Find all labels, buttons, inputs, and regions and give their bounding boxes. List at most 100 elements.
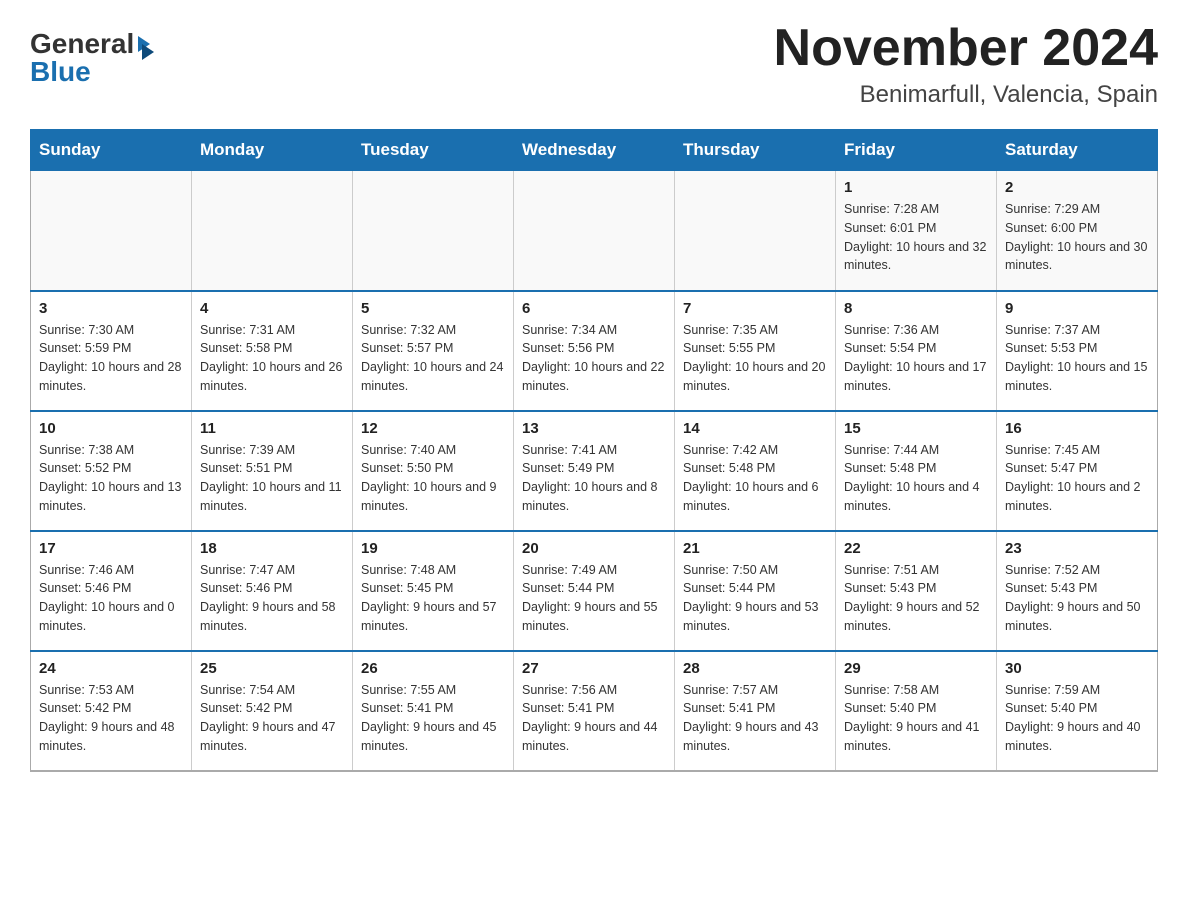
day-cell: 12 Sunrise: 7:40 AMSunset: 5:50 PMDayligh… — [353, 411, 514, 531]
week-row-1: 1Sunrise: 7:28 AMSunset: 6:01 PMDaylight… — [31, 171, 1158, 291]
day-number: 18 — [200, 540, 344, 557]
logo: General Blue — [30, 30, 162, 86]
day-number: 6 — [522, 300, 666, 317]
day-cell — [192, 171, 353, 291]
calendar-table: SundayMondayTuesdayWednesdayThursdayFrid… — [30, 129, 1158, 772]
day-cell: 28Sunrise: 7:57 AMSunset: 5:41 PMDayligh… — [675, 651, 836, 771]
day-info: Sunrise: 7:59 AMSunset: 5:40 PMDaylight:… — [1005, 681, 1149, 756]
day-number: 28 — [683, 660, 827, 677]
day-cell: 4 Sunrise: 7:31 AMSunset: 5:58 PMDaylight… — [192, 291, 353, 411]
day-cell: 13 Sunrise: 7:41 AMSunset: 5:49 PMDayligh… — [514, 411, 675, 531]
day-cell: 18 Sunrise: 7:47 AMSunset: 5:46 PMDayligh… — [192, 531, 353, 651]
day-cell: 2 Sunrise: 7:29 AMSunset: 6:00 PMDaylight… — [997, 171, 1158, 291]
day-cell: 10 Sunrise: 7:38 AMSunset: 5:52 PMDayligh… — [31, 411, 192, 531]
day-info: Sunrise: 7:28 AMSunset: 6:01 PMDaylight:… — [844, 200, 988, 275]
day-info: Sunrise: 7:45 AMSunset: 5:47 PMDaylight:… — [1005, 441, 1149, 516]
day-number: 22 — [844, 540, 988, 557]
day-number: 15 — [844, 420, 988, 437]
day-info: Sunrise: 7:48 AMSunset: 5:45 PMDaylight:… — [361, 561, 505, 636]
day-cell: 7 Sunrise: 7:35 AMSunset: 5:55 PMDaylight… — [675, 291, 836, 411]
day-cell: 30 Sunrise: 7:59 AMSunset: 5:40 PMDayligh… — [997, 651, 1158, 771]
day-number: 17 — [39, 540, 183, 557]
day-cell: 16Sunrise: 7:45 AMSunset: 5:47 PMDayligh… — [997, 411, 1158, 531]
calendar-header-row: SundayMondayTuesdayWednesdayThursdayFrid… — [31, 130, 1158, 171]
logo-general-text: General — [30, 30, 134, 58]
day-cell: 27 Sunrise: 7:56 AMSunset: 5:41 PMDayligh… — [514, 651, 675, 771]
day-cell — [31, 171, 192, 291]
day-cell: 6 Sunrise: 7:34 AMSunset: 5:56 PMDaylight… — [514, 291, 675, 411]
day-cell: 20Sunrise: 7:49 AMSunset: 5:44 PMDayligh… — [514, 531, 675, 651]
calendar-location: Benimarfull, Valencia, Spain — [774, 81, 1158, 109]
day-cell: 25 Sunrise: 7:54 AMSunset: 5:42 PMDayligh… — [192, 651, 353, 771]
day-cell: 5 Sunrise: 7:32 AMSunset: 5:57 PMDaylight… — [353, 291, 514, 411]
day-info: Sunrise: 7:41 AMSunset: 5:49 PMDaylight:… — [522, 441, 666, 516]
day-info: Sunrise: 7:52 AMSunset: 5:43 PMDaylight:… — [1005, 561, 1149, 636]
col-header-tuesday: Tuesday — [353, 130, 514, 171]
day-number: 12 — [361, 420, 505, 437]
day-info: Sunrise: 7:53 AMSunset: 5:42 PMDaylight:… — [39, 681, 183, 756]
day-number: 5 — [361, 300, 505, 317]
day-number: 3 — [39, 300, 183, 317]
day-cell: 26Sunrise: 7:55 AMSunset: 5:41 PMDayligh… — [353, 651, 514, 771]
day-info: Sunrise: 7:31 AMSunset: 5:58 PMDaylight:… — [200, 321, 344, 396]
calendar-title: November 2024 — [774, 20, 1158, 77]
day-info: Sunrise: 7:30 AMSunset: 5:59 PMDaylight:… — [39, 321, 183, 396]
day-info: Sunrise: 7:34 AMSunset: 5:56 PMDaylight:… — [522, 321, 666, 396]
page-header: General Blue November 2024 Benimarfull, … — [30, 20, 1158, 109]
day-info: Sunrise: 7:40 AMSunset: 5:50 PMDaylight:… — [361, 441, 505, 516]
day-cell: 8 Sunrise: 7:36 AMSunset: 5:54 PMDaylight… — [836, 291, 997, 411]
day-cell: 22 Sunrise: 7:51 AMSunset: 5:43 PMDayligh… — [836, 531, 997, 651]
day-number: 23 — [1005, 540, 1149, 557]
day-info: Sunrise: 7:50 AMSunset: 5:44 PMDaylight:… — [683, 561, 827, 636]
day-cell — [353, 171, 514, 291]
day-cell: 14Sunrise: 7:42 AMSunset: 5:48 PMDayligh… — [675, 411, 836, 531]
day-cell: 23 Sunrise: 7:52 AMSunset: 5:43 PMDayligh… — [997, 531, 1158, 651]
day-info: Sunrise: 7:47 AMSunset: 5:46 PMDaylight:… — [200, 561, 344, 636]
day-number: 25 — [200, 660, 344, 677]
day-info: Sunrise: 7:32 AMSunset: 5:57 PMDaylight:… — [361, 321, 505, 396]
day-number: 21 — [683, 540, 827, 557]
day-number: 2 — [1005, 179, 1149, 196]
day-number: 19 — [361, 540, 505, 557]
day-cell: 17 Sunrise: 7:46 AMSunset: 5:46 PMDayligh… — [31, 531, 192, 651]
day-info: Sunrise: 7:58 AMSunset: 5:40 PMDaylight:… — [844, 681, 988, 756]
day-cell: 15Sunrise: 7:44 AMSunset: 5:48 PMDayligh… — [836, 411, 997, 531]
day-info: Sunrise: 7:51 AMSunset: 5:43 PMDaylight:… — [844, 561, 988, 636]
day-number: 14 — [683, 420, 827, 437]
week-row-3: 10 Sunrise: 7:38 AMSunset: 5:52 PMDayligh… — [31, 411, 1158, 531]
day-cell: 21 Sunrise: 7:50 AMSunset: 5:44 PMDayligh… — [675, 531, 836, 651]
day-cell: 11Sunrise: 7:39 AMSunset: 5:51 PMDayligh… — [192, 411, 353, 531]
day-number: 4 — [200, 300, 344, 317]
day-info: Sunrise: 7:35 AMSunset: 5:55 PMDaylight:… — [683, 321, 827, 396]
day-number: 24 — [39, 660, 183, 677]
col-header-sunday: Sunday — [31, 130, 192, 171]
col-header-saturday: Saturday — [997, 130, 1158, 171]
day-number: 30 — [1005, 660, 1149, 677]
day-cell: 24 Sunrise: 7:53 AMSunset: 5:42 PMDayligh… — [31, 651, 192, 771]
day-info: Sunrise: 7:38 AMSunset: 5:52 PMDaylight:… — [39, 441, 183, 516]
day-info: Sunrise: 7:49 AMSunset: 5:44 PMDaylight:… — [522, 561, 666, 636]
day-number: 27 — [522, 660, 666, 677]
title-block: November 2024 Benimarfull, Valencia, Spa… — [774, 20, 1158, 109]
day-number: 10 — [39, 420, 183, 437]
day-cell: 19 Sunrise: 7:48 AMSunset: 5:45 PMDayligh… — [353, 531, 514, 651]
day-info: Sunrise: 7:56 AMSunset: 5:41 PMDaylight:… — [522, 681, 666, 756]
col-header-thursday: Thursday — [675, 130, 836, 171]
day-cell — [675, 171, 836, 291]
col-header-monday: Monday — [192, 130, 353, 171]
day-cell: 9Sunrise: 7:37 AMSunset: 5:53 PMDaylight… — [997, 291, 1158, 411]
day-info: Sunrise: 7:54 AMSunset: 5:42 PMDaylight:… — [200, 681, 344, 756]
logo-blue-text: Blue — [30, 58, 91, 86]
day-cell — [514, 171, 675, 291]
day-cell: 3 Sunrise: 7:30 AMSunset: 5:59 PMDaylight… — [31, 291, 192, 411]
day-info: Sunrise: 7:46 AMSunset: 5:46 PMDaylight:… — [39, 561, 183, 636]
day-info: Sunrise: 7:36 AMSunset: 5:54 PMDaylight:… — [844, 321, 988, 396]
day-number: 26 — [361, 660, 505, 677]
day-number: 7 — [683, 300, 827, 317]
day-number: 13 — [522, 420, 666, 437]
day-number: 8 — [844, 300, 988, 317]
day-info: Sunrise: 7:29 AMSunset: 6:00 PMDaylight:… — [1005, 200, 1149, 275]
day-number: 11 — [200, 420, 344, 437]
week-row-4: 17 Sunrise: 7:46 AMSunset: 5:46 PMDayligh… — [31, 531, 1158, 651]
day-number: 29 — [844, 660, 988, 677]
